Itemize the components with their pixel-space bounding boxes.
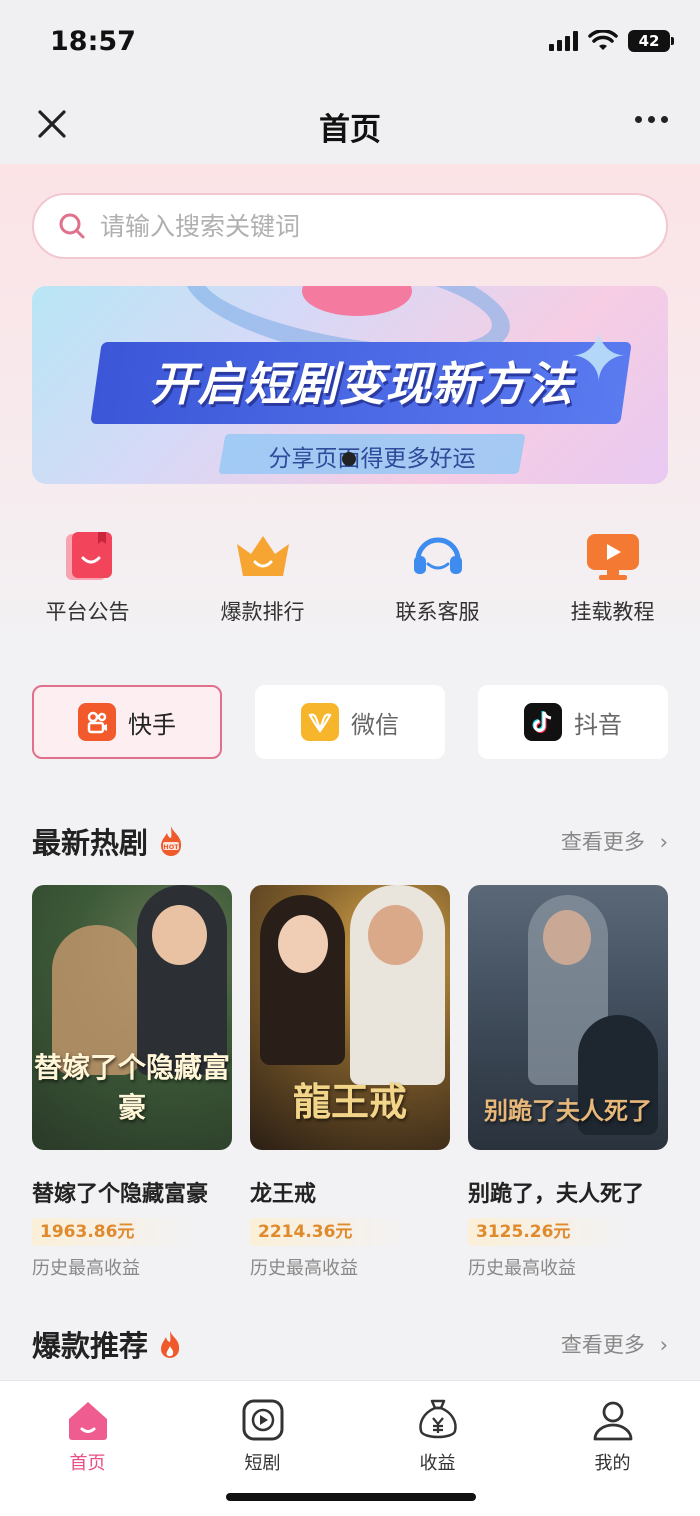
tab-profile[interactable]: 我的 (525, 1381, 700, 1516)
quick-item-tutorial[interactable]: 挂载教程 (525, 530, 700, 630)
tab-label: 短剧 (244, 1453, 281, 1474)
view-more-label: 查看更多 (560, 830, 645, 854)
tab-wechat[interactable]: 微信 (255, 685, 445, 759)
tab-home[interactable]: 首页 (0, 1381, 175, 1516)
tab-label: 微信 (351, 710, 399, 739)
latest-drama-list: 替嫁了个隐藏富豪 替嫁了个隐藏富豪 1963.86元 历史最高收益 龍王戒 龙王… (32, 885, 668, 1280)
chevron-right-icon: › (659, 830, 668, 854)
wechat-channels-icon (301, 703, 339, 741)
drama-cover: 龍王戒 (250, 885, 450, 1150)
chevron-right-icon: › (659, 1333, 668, 1357)
drama-income-caption: 历史最高收益 (250, 1258, 358, 1279)
drama-cover: 替嫁了个隐藏富豪 (32, 885, 232, 1150)
battery-icon: 42 (628, 30, 674, 52)
view-more-label: 查看更多 (560, 1333, 645, 1357)
svg-text:HOT: HOT (163, 843, 179, 851)
status-time: 18:57 (50, 26, 136, 57)
nav-bar: 首页 (0, 86, 700, 164)
search-input[interactable] (100, 211, 620, 241)
drama-income-caption: 历史最高收益 (32, 1258, 140, 1279)
drama-income: 1963.86元 (32, 1218, 192, 1246)
quick-item-label: 联系客服 (395, 600, 480, 624)
home-indicator (226, 1493, 476, 1501)
status-bar: 18:57 42 (0, 0, 700, 86)
tab-label: 抖音 (574, 710, 622, 739)
douyin-icon (524, 703, 562, 741)
crown-icon (236, 536, 289, 576)
section-title-text: 爆款推荐 (32, 1329, 149, 1363)
view-more-link[interactable]: 查看更多 › (561, 1329, 668, 1359)
play-icon (242, 1399, 283, 1441)
bookmark-icon (65, 532, 112, 580)
quick-item-label: 爆款排行 (220, 600, 305, 624)
search-bar[interactable] (32, 193, 668, 259)
drama-card[interactable]: 替嫁了个隐藏富豪 替嫁了个隐藏富豪 1963.86元 历史最高收益 (32, 885, 232, 1280)
quick-item-announcement[interactable]: 平台公告 (0, 530, 175, 630)
more-options-icon[interactable] (635, 116, 668, 123)
quick-item-label: 挂载教程 (570, 600, 655, 624)
drama-cover-text: 龍王戒 (292, 1080, 407, 1124)
banner-title: 开启短剧变现新方法 (150, 357, 574, 411)
recommend-section-header: 爆款推荐 查看更多 › (32, 1323, 668, 1363)
section-title-text: 最新热剧 (32, 826, 149, 860)
quick-item-ranking[interactable]: 爆款排行 (175, 530, 350, 630)
quick-menu: 平台公告 爆款排行 联系客服 挂载教程 (0, 530, 700, 630)
banner-subtitle: 分享页面得更多好运 (268, 446, 476, 472)
wifi-icon (588, 30, 618, 50)
drama-title: 替嫁了个隐藏富豪 (32, 1182, 209, 1207)
fire-icon (161, 1331, 180, 1358)
drama-income-caption: 历史最高收益 (468, 1258, 576, 1279)
tab-kuaishou[interactable]: 快手 (32, 685, 222, 759)
tab-label: 快手 (128, 710, 176, 739)
drama-cover-text: 别跪了夫人死了 (484, 1097, 652, 1125)
drama-title: 龙王戒 (250, 1182, 317, 1207)
drama-cover-text: 替嫁了个隐藏富豪 (33, 1051, 230, 1124)
tab-label: 我的 (594, 1453, 631, 1474)
banner-pagination-dot (342, 452, 356, 466)
status-indicators: 42 (549, 30, 674, 52)
money-bag-icon (418, 1399, 457, 1439)
user-icon (593, 1401, 632, 1441)
tab-douyin[interactable]: 抖音 (478, 685, 668, 759)
section-title: 爆款推荐 (32, 1323, 182, 1365)
quick-item-label: 平台公告 (45, 600, 130, 624)
drama-cover: 别跪了夫人死了 (468, 885, 668, 1150)
search-icon (59, 213, 85, 239)
view-more-link[interactable]: 查看更多 › (561, 826, 668, 856)
tab-label: 收益 (419, 1453, 456, 1474)
home-icon (68, 1402, 107, 1440)
monitor-play-icon (586, 534, 639, 580)
drama-title: 别跪了，夫人死了 (468, 1182, 645, 1207)
latest-section-header: 最新热剧 HOT 查看更多 › (32, 820, 668, 860)
drama-income: 2214.36元 (250, 1218, 410, 1246)
section-title: 最新热剧 HOT (32, 820, 184, 862)
tab-label: 首页 (69, 1453, 106, 1474)
kuaishou-icon (78, 703, 116, 741)
page-title: 首页 (319, 112, 381, 148)
headset-icon (413, 537, 462, 574)
platform-tabs: 快手 微信 抖音 (32, 685, 668, 759)
cellular-signal-icon (549, 31, 578, 51)
star-icon: ✦ (569, 316, 628, 398)
drama-income: 3125.26元 (468, 1218, 628, 1246)
quick-item-support[interactable]: 联系客服 (350, 530, 525, 630)
hot-fire-icon: HOT (161, 826, 182, 856)
drama-card[interactable]: 龍王戒 龙王戒 2214.36元 历史最高收益 (250, 885, 450, 1280)
drama-card[interactable]: 别跪了夫人死了 别跪了，夫人死了 3125.26元 历史最高收益 (468, 885, 668, 1280)
